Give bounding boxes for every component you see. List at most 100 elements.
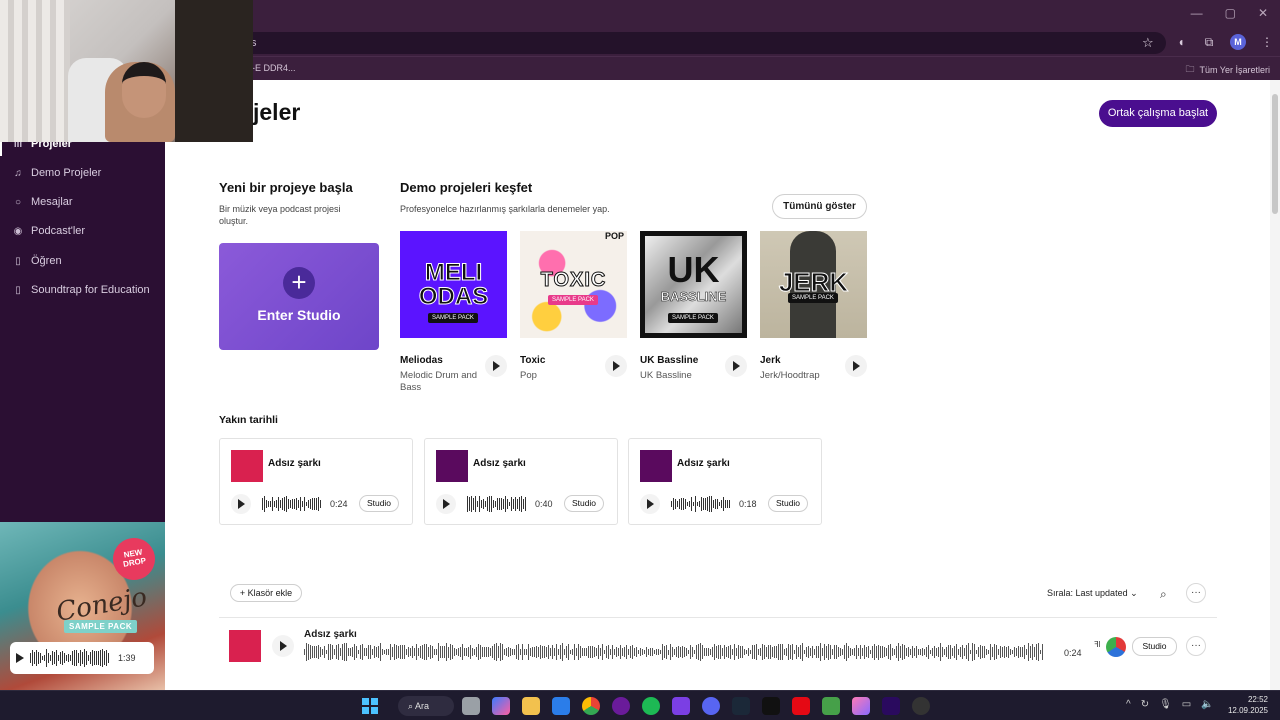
sidebar-item-learn[interactable]: ▯ Öğren bbox=[0, 249, 165, 273]
project-waveform[interactable] bbox=[671, 495, 733, 513]
puzzle-icon[interactable]: ⧉ bbox=[1202, 35, 1216, 49]
tiktok-icon[interactable] bbox=[762, 697, 780, 715]
demo-cover-uk-bassline[interactable]: UK BASSLINE SAMPLE PACK bbox=[640, 231, 747, 338]
discord-icon[interactable] bbox=[702, 697, 720, 715]
demo-cover-jerk[interactable]: JERK SAMPLE PACK bbox=[760, 231, 867, 338]
more-options-button[interactable]: ··· bbox=[1186, 583, 1206, 603]
project-title: Adsız şarkı bbox=[677, 458, 730, 469]
demo-play-button[interactable] bbox=[725, 355, 747, 377]
play-button[interactable] bbox=[231, 494, 251, 514]
all-bookmarks[interactable]: 🗀 Tüm Yer İşaretleri bbox=[1185, 62, 1270, 78]
start-collaboration-button[interactable]: Ortak çalışma başlat bbox=[1099, 100, 1217, 127]
play-button[interactable] bbox=[436, 494, 456, 514]
chrome-icon[interactable] bbox=[582, 697, 600, 715]
app-icon[interactable] bbox=[822, 697, 840, 715]
demo-cover-meliodas[interactable]: MELI ODAS SAMPLE PACK bbox=[400, 231, 507, 338]
sync-icon[interactable]: ↻ bbox=[1141, 699, 1149, 710]
collaborator-avatar[interactable] bbox=[1106, 637, 1126, 657]
netflix-icon[interactable] bbox=[792, 697, 810, 715]
demo-name[interactable]: Toxic bbox=[520, 355, 545, 366]
demo-play-button[interactable] bbox=[605, 355, 627, 377]
kebab-menu-icon[interactable]: ⋮ bbox=[1260, 35, 1274, 49]
spotify-icon[interactable] bbox=[642, 697, 660, 715]
show-all-button[interactable]: Tümünü göster bbox=[772, 194, 867, 219]
waveform-bar bbox=[270, 500, 271, 508]
taskbar-clock[interactable]: 22:52 12.09.2025 bbox=[1226, 694, 1268, 716]
demo-play-button[interactable] bbox=[845, 355, 867, 377]
windows-start-icon[interactable] bbox=[362, 698, 378, 714]
play-icon[interactable] bbox=[16, 653, 24, 663]
sort-dropdown[interactable]: Sırala: Last updated ⌄ bbox=[1047, 588, 1138, 599]
project-waveform[interactable] bbox=[467, 495, 529, 513]
recent-project-card[interactable]: Adsız şarkı 0:18 Studio bbox=[628, 438, 822, 525]
waveform-bar bbox=[768, 645, 769, 659]
sidebar-item-education[interactable]: ▯ Soundtrap for Education bbox=[0, 278, 165, 302]
obs-icon[interactable] bbox=[912, 697, 930, 715]
play-button[interactable] bbox=[272, 635, 294, 657]
close-icon[interactable]: ✕ bbox=[1258, 6, 1268, 20]
demo-cover-toxic[interactable]: POP TOXIC SAMPLE PACK bbox=[520, 231, 627, 338]
bookmark-item[interactable]: -E DDR4... bbox=[252, 63, 296, 73]
file-explorer-icon[interactable] bbox=[522, 697, 540, 715]
taskbar-search[interactable]: ⌕ Ara bbox=[398, 696, 454, 716]
waveform-bar bbox=[374, 645, 375, 659]
cover-line: BASSLINE bbox=[660, 289, 727, 305]
waveform-bar bbox=[330, 644, 331, 660]
sample-pack-promo[interactable]: Conejo NEW DROP SAMPLE PACK 1:39 bbox=[0, 522, 165, 690]
demo-name[interactable]: Meliodas bbox=[400, 355, 443, 366]
project-thumbnail bbox=[231, 450, 263, 482]
task-view-icon[interactable] bbox=[462, 697, 480, 715]
app-icon[interactable] bbox=[672, 697, 690, 715]
app-icon[interactable] bbox=[852, 697, 870, 715]
demo-genre: Pop bbox=[520, 370, 537, 381]
waveform-bar bbox=[442, 646, 443, 658]
waveform-bar bbox=[448, 646, 449, 658]
scrollbar-thumb[interactable] bbox=[1272, 94, 1278, 214]
demo-name[interactable]: Jerk bbox=[760, 355, 781, 366]
add-folder-button[interactable]: + Klasör ekle bbox=[230, 584, 302, 602]
bookmark-star-icon[interactable]: ☆ bbox=[1142, 35, 1154, 51]
sidebar-item-messages[interactable]: ○ Mesajlar bbox=[0, 190, 165, 214]
waveform-bar bbox=[824, 644, 825, 660]
network-icon[interactable]: ▭ bbox=[1182, 699, 1191, 710]
minimize-icon[interactable]: — bbox=[1191, 6, 1203, 20]
project-waveform[interactable] bbox=[262, 495, 324, 513]
demo-name[interactable]: UK Bassline bbox=[640, 355, 698, 366]
copilot-icon[interactable] bbox=[492, 697, 510, 715]
project-title[interactable]: Adsız şarkı bbox=[304, 629, 357, 640]
sidebar-item-podcasts[interactable]: ◉ Podcast'ler bbox=[0, 219, 165, 243]
volume-icon[interactable]: 🔈 bbox=[1201, 699, 1213, 710]
more-options-button[interactable]: ··· bbox=[1186, 636, 1206, 656]
chevron-up-icon[interactable]: ^ bbox=[1126, 699, 1131, 710]
profile-avatar[interactable]: M bbox=[1230, 34, 1246, 50]
play-button[interactable] bbox=[640, 494, 660, 514]
promo-waveform[interactable] bbox=[30, 649, 112, 667]
waveform-bar bbox=[472, 647, 473, 657]
waveform-bar bbox=[386, 649, 387, 655]
sidebar-item-demo-projects[interactable]: ♫ Demo Projeler bbox=[0, 161, 165, 185]
open-studio-button[interactable]: Studio bbox=[1132, 637, 1177, 656]
steam-icon[interactable] bbox=[732, 697, 750, 715]
microphone-icon[interactable]: 🎙 bbox=[1159, 699, 1172, 710]
extension-icon[interactable]: ◖ bbox=[1174, 35, 1188, 49]
project-waveform[interactable] bbox=[304, 643, 1059, 661]
demo-play-button[interactable] bbox=[485, 355, 507, 377]
address-bar[interactable]: ts bbox=[236, 32, 1166, 54]
open-studio-button[interactable]: Studio bbox=[359, 495, 399, 512]
recent-project-card[interactable]: Adsız şarkı 0:24 Studio bbox=[219, 438, 413, 525]
waveform-bar bbox=[477, 500, 478, 508]
premiere-icon[interactable] bbox=[882, 697, 900, 715]
maximize-icon[interactable]: ▢ bbox=[1225, 6, 1236, 20]
search-icon[interactable]: ⌕ bbox=[1160, 587, 1167, 602]
app-icon[interactable] bbox=[612, 697, 630, 715]
waveform-bar bbox=[854, 648, 855, 656]
open-studio-button[interactable]: Studio bbox=[564, 495, 604, 512]
waveform-bar bbox=[308, 499, 309, 509]
page-scrollbar[interactable] bbox=[1270, 80, 1280, 690]
open-studio-button[interactable]: Studio bbox=[768, 495, 808, 512]
play-icon bbox=[853, 361, 860, 371]
project-title: Adsız şarkı bbox=[268, 458, 321, 469]
store-icon[interactable] bbox=[552, 697, 570, 715]
recent-project-card[interactable]: Adsız şarkı 0:40 Studio bbox=[424, 438, 618, 525]
enter-studio-button[interactable]: + Enter Studio bbox=[219, 243, 379, 350]
